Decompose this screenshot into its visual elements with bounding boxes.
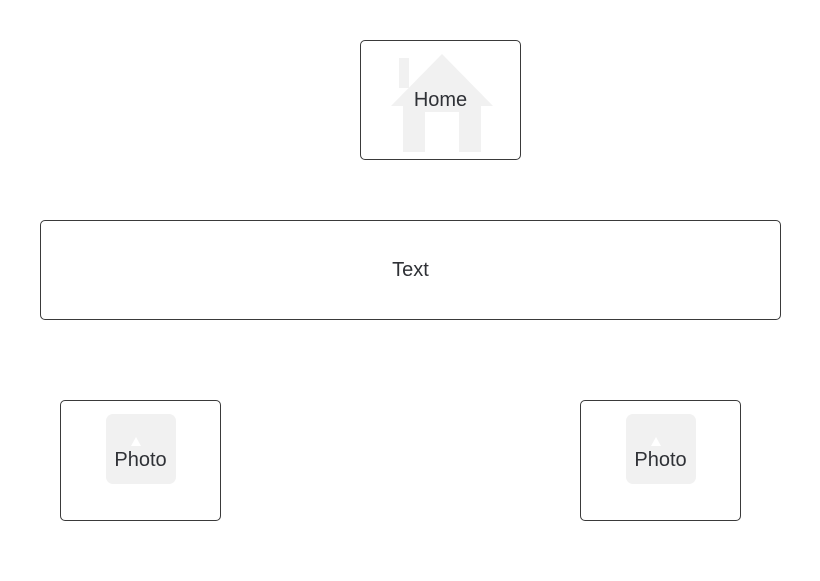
photo-label-left: Photo: [114, 449, 167, 471]
text-node[interactable]: Text: [40, 220, 781, 320]
photo-label-right: Photo: [634, 449, 687, 471]
text-label: Text: [392, 258, 429, 281]
photo-node-right[interactable]: Photo: [580, 400, 741, 521]
home-node[interactable]: Home: [360, 40, 521, 160]
photo-node-left[interactable]: Photo: [60, 400, 221, 521]
home-label: Home: [413, 88, 468, 111]
